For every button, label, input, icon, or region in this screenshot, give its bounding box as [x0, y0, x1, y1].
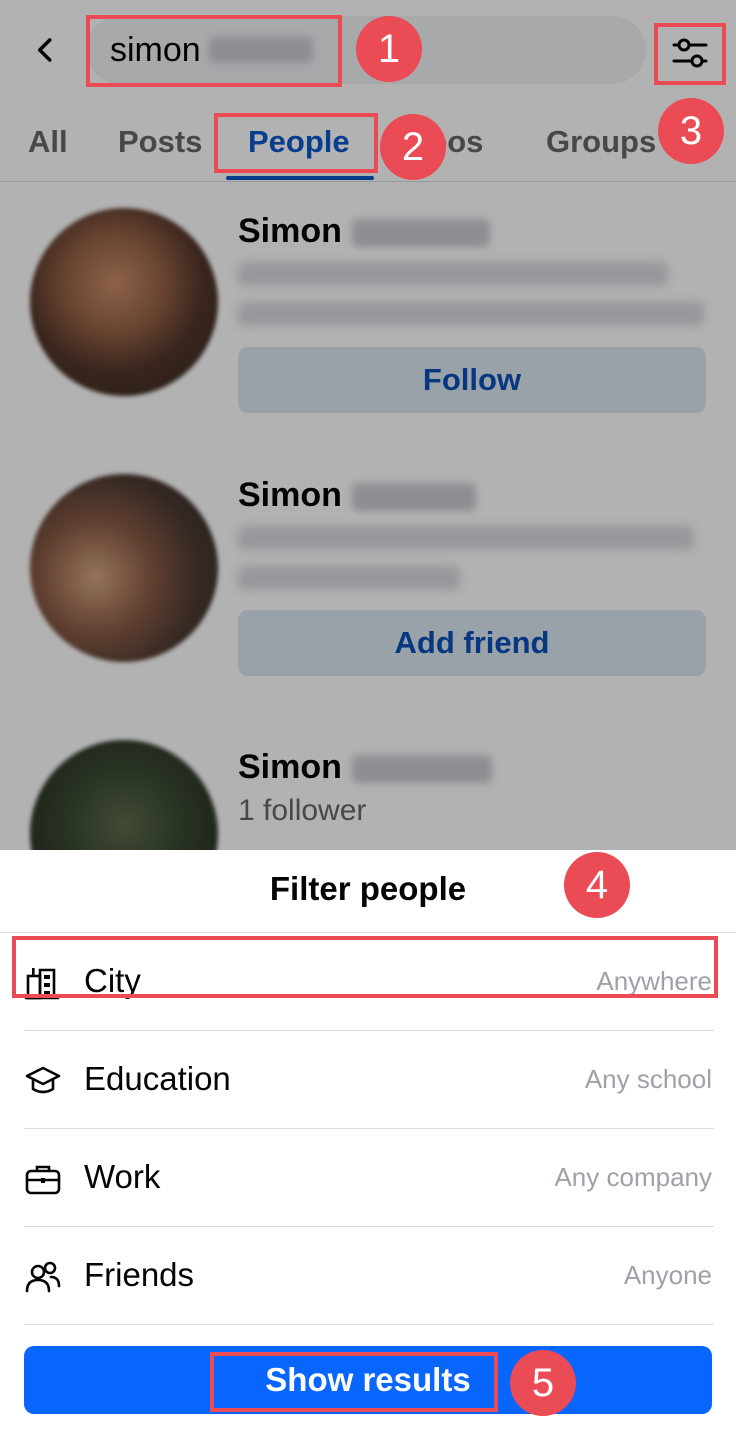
filter-label: Friends [84, 1256, 195, 1293]
divider [0, 932, 736, 933]
callout-highlight-filter-button [654, 23, 726, 85]
filter-label: Work [84, 1158, 161, 1195]
divider [24, 1226, 714, 1227]
graduation-cap-icon [25, 1066, 61, 1094]
callout-highlight-people-tab [214, 113, 378, 173]
filter-row-friends[interactable]: Friends Anyone [24, 1228, 714, 1326]
divider [24, 1324, 714, 1325]
divider [24, 1030, 714, 1031]
filter-row-education[interactable]: Education Any school [24, 1032, 714, 1130]
filter-value: Any school [584, 1064, 712, 1094]
callout-badge: 4 [564, 852, 630, 918]
filter-row-work[interactable]: Work Any company [24, 1130, 714, 1228]
callout-badge: 2 [380, 114, 446, 180]
briefcase-icon [25, 1165, 61, 1195]
filter-value: Anyone [623, 1260, 712, 1290]
callout-highlight-search [86, 15, 342, 87]
filter-value: Any company [554, 1162, 712, 1192]
callout-highlight-city-row [12, 936, 718, 998]
friends-icon [25, 1261, 61, 1293]
filter-label: Education [84, 1060, 231, 1097]
callout-highlight-show-results [210, 1352, 498, 1412]
screen: simon All Posts People eos Groups Simon … [0, 0, 736, 1442]
callout-badge: 3 [658, 98, 724, 164]
divider [24, 1128, 714, 1129]
callout-badge: 1 [356, 16, 422, 82]
callout-badge: 5 [510, 1350, 576, 1416]
